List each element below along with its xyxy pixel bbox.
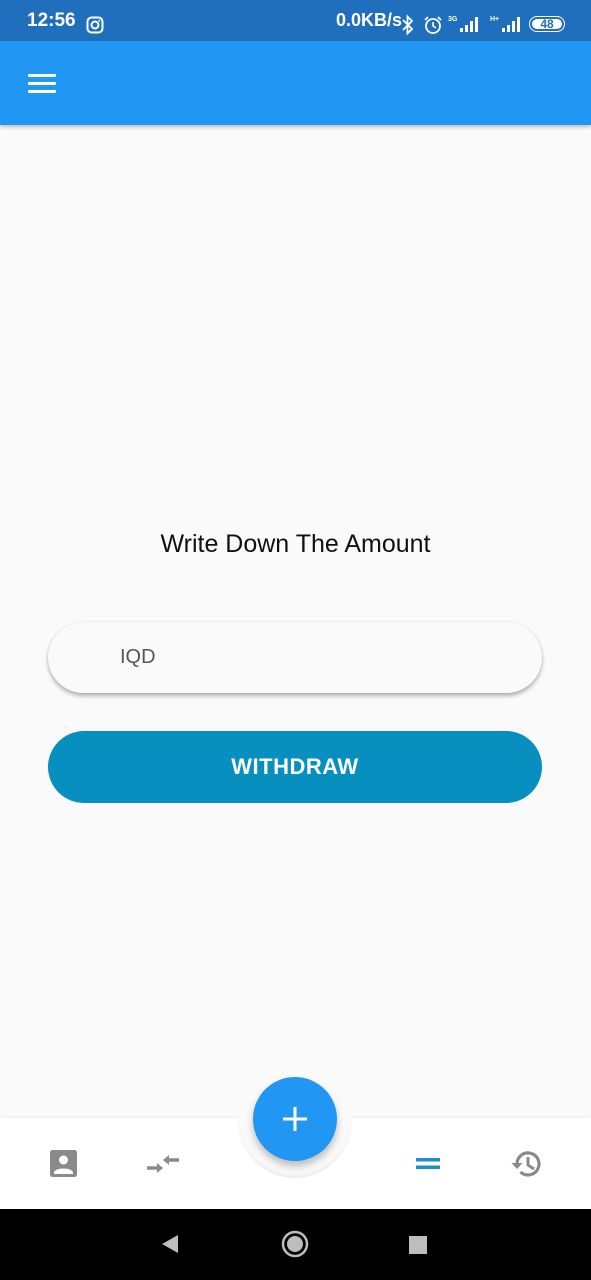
page-title: Write Down The Amount: [160, 530, 431, 558]
status-bar: 12:56 0.0KB/s 3G H+ 48: [0, 0, 591, 41]
network-speed: 0.0KB/s: [336, 10, 403, 30]
bluetooth-icon: [401, 14, 415, 41]
withdraw-button[interactable]: WITHDRAW: [48, 731, 542, 803]
status-time: 12:56: [27, 10, 76, 31]
app-bar: [0, 41, 591, 125]
add-button[interactable]: [253, 1077, 337, 1161]
hamburger-menu-icon[interactable]: [20, 63, 64, 103]
back-icon[interactable]: [158, 1232, 182, 1261]
history-icon[interactable]: [505, 1142, 549, 1186]
equals-icon[interactable]: [406, 1142, 450, 1186]
home-icon[interactable]: [280, 1229, 310, 1264]
account-box-icon[interactable]: [41, 1142, 85, 1186]
battery-icon: 48: [529, 16, 565, 32]
recents-icon[interactable]: [408, 1235, 428, 1260]
system-navigation-bar: [0, 1209, 591, 1280]
plus-icon: [283, 1107, 307, 1131]
instagram-icon: [86, 16, 104, 39]
signal-3g-label: 3G: [448, 16, 458, 23]
signal-hplus-icon: H+: [490, 14, 522, 39]
battery-level: 48: [540, 17, 554, 31]
transfer-arrows-icon[interactable]: [141, 1142, 185, 1186]
signal-3g-icon: 3G: [448, 14, 480, 39]
alarm-icon: [423, 15, 443, 40]
amount-input[interactable]: [48, 622, 542, 693]
signal-hplus-label: H+: [490, 16, 499, 23]
